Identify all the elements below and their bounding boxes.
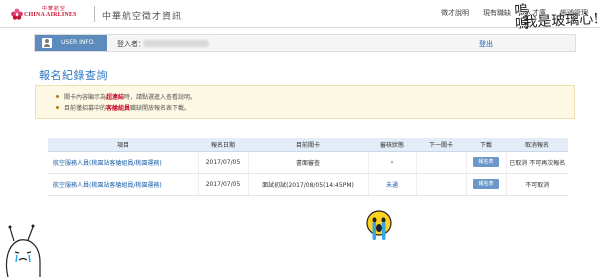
user-info-text: USER INFO. (61, 39, 96, 46)
logout-link[interactable]: 登出 (479, 39, 493, 49)
download-form-button[interactable]: 報名表 (473, 179, 499, 189)
notice-highlight-hyperlink: 超連結 (106, 94, 125, 101)
site-header: 中華航空 CHINA AIRLINES 中華航空徵才資訊 徵才說明 現有職缺 人… (0, 0, 600, 28)
plum-blossom-icon (11, 8, 23, 20)
site-title: 中華航空徵才資訊 (102, 12, 183, 22)
col-header-download: 下載 (466, 138, 506, 152)
col-header-cancel: 取消報名 (506, 138, 568, 152)
notice-box: 關卡內容顯示為超連結時，請點選進入查看說明。 目前僅招募中的客艙組員職缺開放報名… (35, 85, 575, 119)
status-cell: - (368, 151, 417, 174)
col-header-next-stage: 下一關卡 (416, 138, 466, 152)
header-divider (94, 6, 95, 22)
cancel-cell: 已取消 不可再次報名 (506, 151, 568, 174)
stage-cell: 面試初試(2017/08/05(14:45PM) (248, 173, 369, 196)
job-title-cell[interactable]: 航空服務人員(桃園站客艙組員/桃園運務) (48, 151, 199, 174)
notice-item-2: 目前僅招募中的客艙組員職缺開放報名表下載。 (56, 103, 196, 114)
next-stage-cell (416, 151, 467, 174)
login-user-label: 登入者： (117, 40, 145, 48)
stage-cell: 書面審查 (248, 151, 369, 174)
col-header-date: 報名日期 (198, 138, 248, 152)
user-info-bar: USER INFO. 登入者： 登出 (34, 34, 576, 52)
download-cell: 報名表 (466, 151, 507, 174)
col-header-status: 審核狀態 (368, 138, 416, 152)
login-user-name-redacted (143, 40, 209, 47)
nav-recruit-info[interactable]: 徵才說明 (441, 8, 469, 18)
download-form-button[interactable]: 報名表 (473, 157, 499, 167)
user-avatar-icon (42, 38, 52, 48)
next-stage-cell (416, 173, 467, 196)
job-title-cell[interactable]: 航空服務人員(桃園站客艙組員/桃園運務) (48, 173, 199, 196)
logo-english-text: CHINA AIRLINES (24, 12, 77, 18)
status-cell[interactable]: 未通 (368, 173, 417, 196)
notice-item-1: 關卡內容顯示為超連結時，請點選進入查看說明。 (56, 92, 196, 103)
logo-chinese-text: 中華航空 (42, 6, 67, 12)
date-cell: 2017/07/05 (198, 151, 249, 174)
cancel-cell: 不可取消 (506, 173, 568, 196)
handwritten-line-2: 我是玻璃心! (522, 10, 600, 31)
col-header-current-stage: 目前關卡 (248, 138, 368, 152)
crying-face-icon (366, 210, 392, 240)
page-title: 報名紀錄查詢 (39, 69, 108, 82)
table-header-row: 項目 報名日期 目前關卡 審核狀態 下一關卡 下載 取消報名 (48, 138, 568, 152)
nav-current-jobs[interactable]: 現有職缺 (483, 8, 511, 18)
notice-highlight-cabin-crew: 客艙組員 (106, 105, 131, 112)
date-cell: 2017/07/05 (198, 173, 249, 196)
doodle-character-icon (5, 224, 41, 277)
user-info-label: USER INFO. (35, 35, 107, 51)
col-header-item: 項目 (48, 138, 198, 152)
table-row: 航空服務人員(桃園站客艙組員/桃園運務) 2017/07/05 書面審查 - 報… (48, 151, 568, 174)
registration-records-table: 項目 報名日期 目前關卡 審核狀態 下一關卡 下載 取消報名 航空服務人員(桃園… (48, 138, 568, 196)
download-cell: 報名表 (466, 173, 507, 196)
table-row: 航空服務人員(桃園站客艙組員/桃園運務) 2017/07/05 面試初試(201… (48, 173, 568, 196)
china-airlines-logo[interactable]: 中華航空 CHINA AIRLINES (6, 5, 90, 23)
